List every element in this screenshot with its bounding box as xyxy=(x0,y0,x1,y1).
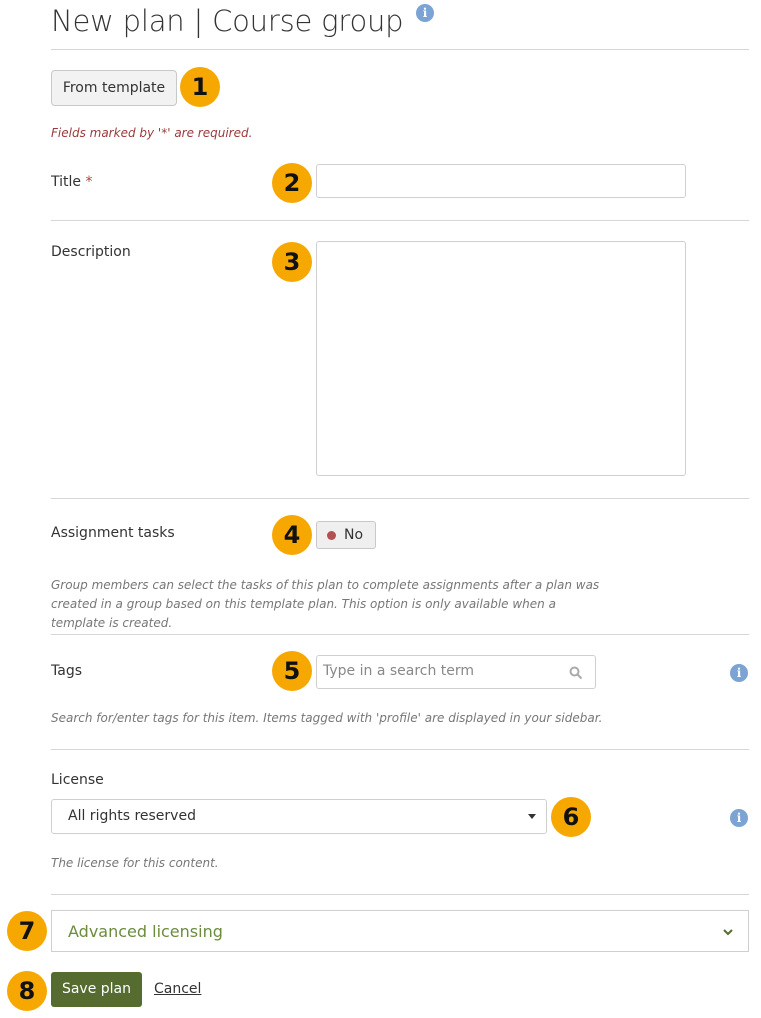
callout-badge-1: 1 xyxy=(180,67,220,107)
license-select[interactable]: All rights reserved xyxy=(51,799,547,834)
callout-badge-8: 8 xyxy=(7,971,47,1011)
license-info-icon[interactable]: i xyxy=(730,809,748,827)
assignment-tasks-help: Group members can select the tasks of th… xyxy=(51,578,600,630)
divider xyxy=(51,498,749,499)
info-icon[interactable]: i xyxy=(416,4,434,22)
tags-search-input[interactable]: Type in a search term xyxy=(316,655,596,689)
caret-down-icon xyxy=(528,814,536,819)
required-note: Fields marked by '*' are required. xyxy=(51,126,253,140)
tags-help: Search for/enter tags for this item. Ite… xyxy=(51,711,603,725)
divider xyxy=(51,49,749,50)
assignment-tasks-label: Assignment tasks xyxy=(51,525,175,541)
description-textarea[interactable] xyxy=(316,241,686,476)
title-input[interactable] xyxy=(316,164,686,198)
from-template-button[interactable]: From template xyxy=(51,70,177,106)
chevron-down-icon xyxy=(723,929,733,936)
callout-badge-3: 3 xyxy=(272,242,312,282)
page-title: New plan | Course group xyxy=(51,4,404,38)
license-help: The license for this content. xyxy=(51,856,219,870)
cancel-link[interactable]: Cancel xyxy=(154,981,201,997)
divider xyxy=(51,634,749,635)
description-label: Description xyxy=(51,244,131,260)
assignment-tasks-toggle[interactable]: No xyxy=(316,521,376,549)
callout-badge-2: 2 xyxy=(272,163,312,203)
search-icon xyxy=(569,666,583,680)
advanced-licensing-toggle[interactable]: Advanced licensing xyxy=(51,910,749,952)
toggle-off-indicator xyxy=(327,531,336,540)
divider xyxy=(51,749,749,750)
callout-badge-6: 6 xyxy=(551,797,591,837)
tags-info-icon[interactable]: i xyxy=(730,664,748,682)
callout-badge-5: 5 xyxy=(272,651,312,691)
divider xyxy=(51,894,749,895)
tags-label: Tags xyxy=(51,663,82,679)
callout-badge-7: 7 xyxy=(7,911,47,951)
divider xyxy=(51,220,749,221)
save-plan-button[interactable]: Save plan xyxy=(51,972,142,1007)
title-label: Title * xyxy=(51,174,93,190)
license-label: License xyxy=(51,772,104,788)
callout-badge-4: 4 xyxy=(272,515,312,555)
